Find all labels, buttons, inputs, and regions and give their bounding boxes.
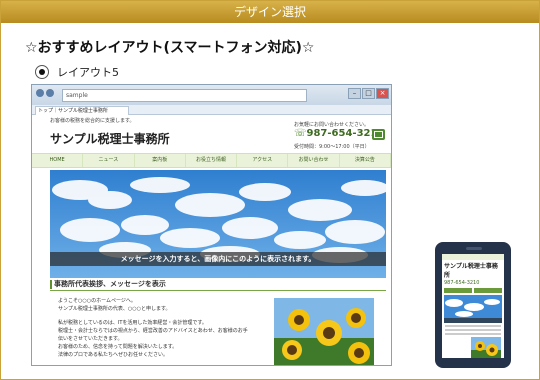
- mobile-buttons: [442, 286, 504, 295]
- site-nav-item: ニュース: [83, 154, 135, 167]
- minimize-icon: –: [348, 88, 361, 99]
- greeting-text: ようこそ○○○のホームページへ。 サンプル税理士事務所の代表、○○○と申します。…: [58, 297, 268, 359]
- window-title: デザイン選択: [233, 5, 306, 19]
- radio-checked-icon[interactable]: [35, 65, 49, 79]
- browser-nav-buttons: [36, 89, 54, 100]
- greeting-line: お客様のため、信念を持って問題を解決いたします。: [58, 344, 178, 350]
- mobile-sunflower-photo: [471, 337, 501, 358]
- phone-speaker: [466, 247, 482, 250]
- mobile-sunflower-image: [471, 337, 501, 358]
- close-icon: ×: [376, 88, 389, 99]
- mobile-hero-caption: [444, 318, 502, 323]
- site-nav-item: お問い合わせ: [288, 154, 340, 167]
- greeting-line: 私が税務としているのは、ITを活用した効率経営・会計管理です。: [58, 320, 207, 326]
- site-preview: お客様の税務を総合的に支援します。 サンプル税理士事務所 お気軽にお問い合わせく…: [32, 115, 391, 365]
- mobile-hero: [444, 295, 502, 323]
- design-selection-panel: デザイン選択 ☆おすすめレイアウト(スマートフォン対応)☆ レイアウト5 sam…: [0, 0, 540, 380]
- site-nav-item: アクセス: [237, 154, 289, 167]
- site-hero-image: メッセージを入力すると、画像内にこのように表示されます。: [50, 170, 386, 278]
- site-hours: 受付時間：9:00～17:00（平日）: [294, 144, 370, 150]
- site-nav-item: 決算公告: [340, 154, 391, 167]
- phone-icon: ☏: [294, 128, 307, 139]
- forward-icon: [46, 89, 54, 97]
- greeting-line: 税理士・会計士ならではの視点から、経営改善のアドバイスとあわせ、お客様のお手: [58, 328, 248, 334]
- browser-window-buttons: – □ ×: [348, 88, 389, 99]
- smartphone-preview[interactable]: サンプル税理士事務所 987-654-3210: [435, 242, 511, 368]
- browser-tab: トップ｜サンプル税理士事務所: [35, 106, 129, 115]
- browser-toolbar: sample – □ ×: [32, 85, 391, 105]
- greeting-line: ようこそ○○○のホームページへ。: [58, 298, 136, 304]
- site-nav: HOME ニュース 案内板 お役立ち情報 アクセス お問い合わせ 決算公告: [32, 153, 391, 168]
- back-icon: [36, 89, 44, 97]
- section-title: 事務所代表挨拶、メッセージを表示: [50, 278, 386, 291]
- window-title-bar: デザイン選択: [1, 1, 539, 23]
- pc-preview-browser[interactable]: sample – □ × トップ｜サンプル税理士事務所 お客様の税務を総合的に支援し…: [31, 84, 392, 366]
- mobile-office-name: サンプル税理士事務所: [444, 263, 498, 279]
- site-contact-label: お気軽にお問い合わせください。: [294, 122, 370, 128]
- recommended-layout-heading: ☆おすすめレイアウト(スマートフォン対応)☆: [25, 40, 315, 56]
- sunflower-image: [274, 298, 374, 365]
- site-nav-item: HOME: [32, 154, 84, 167]
- greeting-line: サンプル税理士事務所の代表、○○○と申します。: [58, 306, 171, 312]
- site-tagline: お客様の税務を総合的に支援します。: [50, 118, 135, 124]
- site-office-name: サンプル税理士事務所: [50, 132, 170, 146]
- smartphone-screen: サンプル税理士事務所 987-654-3210: [442, 254, 504, 358]
- layout-option-label: レイアウト5: [57, 66, 119, 79]
- hero-caption: メッセージを入力すると、画像内にこのように表示されます。: [50, 252, 386, 266]
- browser-url-bar: sample: [62, 89, 307, 102]
- site-nav-item: お役立ち情報: [186, 154, 238, 167]
- mail-icon: [372, 129, 385, 140]
- site-nav-item: 案内板: [135, 154, 186, 167]
- layout-option-5[interactable]: レイアウト5: [35, 64, 119, 80]
- greeting-line: 伝いをさせていただきます。: [58, 336, 123, 342]
- site-phone: ☏987-654-3210: [294, 128, 384, 139]
- maximize-icon: □: [362, 88, 375, 99]
- sunflower-photo: [274, 298, 374, 365]
- greeting-line: 法律のプロである私たちへぜひお任せください。: [58, 352, 168, 358]
- browser-tab-row: トップ｜サンプル税理士事務所: [32, 105, 391, 115]
